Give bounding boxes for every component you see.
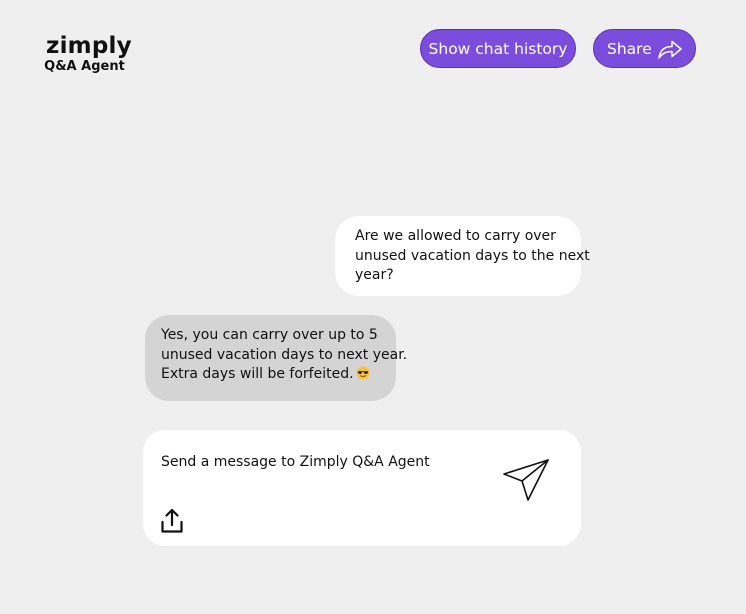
- message-line: unused vacation days to the next: [355, 247, 590, 264]
- show-chat-history-button[interactable]: Show chat history: [420, 29, 576, 68]
- message-line: Are we allowed to carry over: [355, 228, 556, 244]
- message-line: Extra days will be forfeited.: [161, 365, 390, 385]
- message-line: Yes, you can carry over up to 5: [161, 327, 378, 343]
- message-line: year?: [355, 267, 394, 283]
- user-message-bubble: Are we allowed to carry over unused vaca…: [335, 216, 590, 296]
- share-button[interactable]: Share: [593, 29, 696, 68]
- sunglasses-emoji-icon: [356, 366, 370, 380]
- message-line: unused vacation days to next year.: [161, 346, 408, 363]
- share-arrow-icon: [657, 38, 683, 60]
- upload-icon[interactable]: [160, 508, 184, 534]
- message-line-text: Extra days will be forfeited.: [161, 366, 354, 382]
- show-chat-history-label: Show chat history: [428, 39, 568, 58]
- brand-name: zimply: [46, 33, 132, 59]
- message-composer: [143, 430, 581, 546]
- share-label: Share: [607, 39, 652, 58]
- brand-subtitle: Q&A Agent: [44, 59, 125, 74]
- brand-logo: zimply Q&A Agent: [44, 32, 132, 75]
- agent-message-bubble: Yes, you can carry over up to 5 unused v…: [145, 315, 408, 401]
- message-input[interactable]: [161, 454, 491, 470]
- paper-plane-icon[interactable]: [501, 456, 553, 502]
